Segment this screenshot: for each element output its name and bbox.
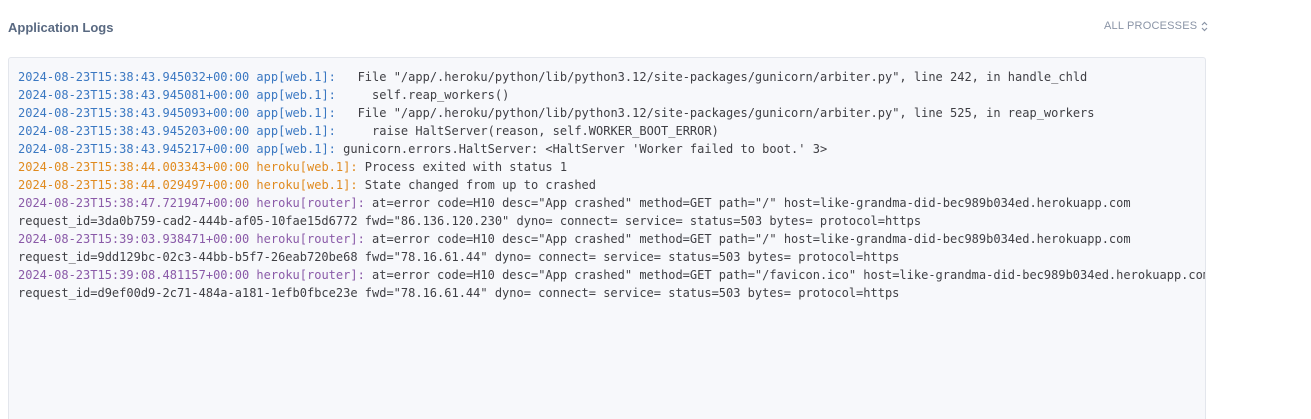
log-message: request_id=d9ef00d9-2c71-484a-a181-1efb0… [18, 286, 900, 300]
log-line: 2024-08-23T15:38:43.945203+00:00 app[web… [18, 122, 1205, 140]
log-source: heroku[router]: [256, 232, 365, 246]
page-title: Application Logs [8, 20, 114, 35]
log-line: 2024-08-23T15:38:44.003343+00:00 heroku[… [18, 158, 1205, 176]
log-timestamp: 2024-08-23T15:39:03.938471+00:00 [18, 232, 250, 246]
log-line: 2024-08-23T15:39:03.938471+00:00 heroku[… [18, 230, 1205, 248]
log-timestamp: 2024-08-23T15:38:43.945032+00:00 [18, 70, 250, 84]
log-message: Process exited with status 1 [357, 160, 568, 174]
log-source: app[web.1]: [256, 106, 336, 120]
log-line: request_id=d9ef00d9-2c71-484a-a181-1efb0… [18, 284, 1205, 302]
log-source: heroku[web.1]: [256, 160, 358, 174]
log-timestamp: 2024-08-23T15:38:44.029497+00:00 [18, 178, 250, 192]
chevron-updown-icon [1201, 21, 1208, 32]
log-line: 2024-08-23T15:38:43.945217+00:00 app[web… [18, 140, 1205, 158]
log-source: heroku[web.1]: [256, 178, 358, 192]
log-timestamp: 2024-08-23T15:39:08.481157+00:00 [18, 268, 250, 282]
log-message: raise HaltServer(reason, self.WORKER_BOO… [335, 124, 719, 138]
log-message: self.reap_workers() [335, 88, 510, 102]
log-timestamp: 2024-08-23T15:38:43.945081+00:00 [18, 88, 250, 102]
log-source: heroku[router]: [256, 196, 365, 210]
log-message: at=error code=H10 desc="App crashed" met… [364, 232, 1131, 246]
log-timestamp: 2024-08-23T15:38:43.945093+00:00 [18, 106, 250, 120]
log-message: gunicorn.errors.HaltServer: <HaltServer … [335, 142, 828, 156]
log-line: 2024-08-23T15:38:44.029497+00:00 heroku[… [18, 176, 1205, 194]
log-viewer[interactable]: 2024-08-23T15:38:43.945032+00:00 app[web… [8, 57, 1206, 419]
log-message: request_id=9dd129bc-02c3-44bb-b5f7-26eab… [18, 250, 900, 264]
process-filter-label: ALL PROCESSES [1104, 20, 1198, 32]
log-message: File "/app/.heroku/python/lib/python3.12… [335, 70, 1088, 84]
log-source: app[web.1]: [256, 70, 336, 84]
log-timestamp: 2024-08-23T15:38:44.003343+00:00 [18, 160, 250, 174]
log-line: 2024-08-23T15:38:43.945093+00:00 app[web… [18, 104, 1205, 122]
log-line: 2024-08-23T15:38:47.721947+00:00 heroku[… [18, 194, 1205, 212]
log-timestamp: 2024-08-23T15:38:43.945217+00:00 [18, 142, 250, 156]
log-message: at=error code=H10 desc="App crashed" met… [364, 196, 1131, 210]
log-line: 2024-08-23T15:38:43.945081+00:00 app[web… [18, 86, 1205, 104]
log-timestamp: 2024-08-23T15:38:47.721947+00:00 [18, 196, 250, 210]
log-line: 2024-08-23T15:39:08.481157+00:00 heroku[… [18, 266, 1206, 284]
log-message: State changed from up to crashed [357, 178, 596, 192]
log-message: at=error code=H10 desc="App crashed" met… [364, 268, 1206, 282]
process-filter-dropdown[interactable]: ALL PROCESSES [1104, 20, 1208, 32]
log-source: app[web.1]: [256, 124, 336, 138]
log-source: heroku[router]: [256, 268, 365, 282]
log-timestamp: 2024-08-23T15:38:43.945203+00:00 [18, 124, 250, 138]
log-message: File "/app/.heroku/python/lib/python3.12… [335, 106, 1095, 120]
log-line: request_id=3da0b759-cad2-444b-af05-10fae… [18, 212, 1205, 230]
log-source: app[web.1]: [256, 88, 336, 102]
log-message: request_id=3da0b759-cad2-444b-af05-10fae… [18, 214, 922, 228]
log-source: app[web.1]: [256, 142, 336, 156]
log-lines: 2024-08-23T15:38:43.945032+00:00 app[web… [18, 68, 1206, 302]
log-line: 2024-08-23T15:38:43.945032+00:00 app[web… [18, 68, 1205, 86]
log-line: request_id=9dd129bc-02c3-44bb-b5f7-26eab… [18, 248, 1205, 266]
